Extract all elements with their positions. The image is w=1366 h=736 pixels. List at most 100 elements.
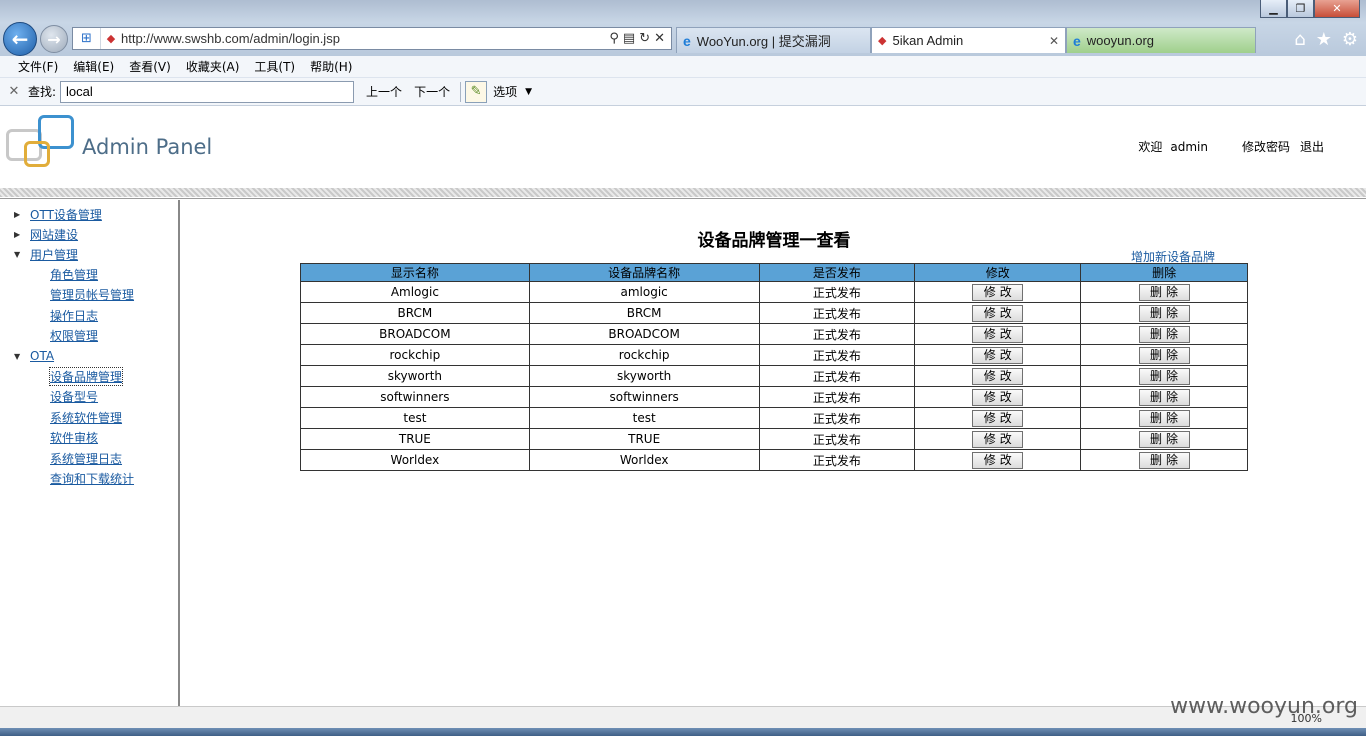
close-find-icon[interactable]: ✕: [0, 84, 28, 99]
settings-gear-icon[interactable]: ⚙: [1342, 29, 1358, 50]
favorites-star-icon[interactable]: ★: [1316, 29, 1332, 50]
delete-button[interactable]: 删除: [1138, 325, 1190, 343]
tab-wooyun-submit[interactable]: e WooYun.org | 提交漏洞: [676, 27, 871, 53]
cell-published: 正式发布: [758, 323, 916, 345]
sidebar-item-roles[interactable]: 角色管理: [50, 266, 98, 283]
column-header-display-name: 显示名称: [300, 263, 530, 282]
sidebar-item-device-model[interactable]: 设备型号: [50, 388, 98, 405]
restore-icon[interactable]: ❐: [1287, 0, 1314, 18]
caret-down-icon[interactable]: ▼: [14, 352, 30, 361]
menu-favorites[interactable]: 收藏夹(A): [186, 58, 240, 75]
sidebar-item-ota[interactable]: OTA: [30, 349, 54, 363]
caret-right-icon[interactable]: ▶: [14, 210, 30, 219]
ie-icon: e: [1073, 32, 1081, 49]
cell-brand-name: test: [528, 407, 760, 429]
sidebar-item-system-log[interactable]: 系统管理日志: [50, 450, 122, 467]
delete-button[interactable]: 删除: [1138, 388, 1190, 406]
taskbar: [0, 728, 1366, 736]
edit-cell: 修改: [914, 281, 1082, 303]
delete-button[interactable]: 删除: [1138, 304, 1190, 322]
edit-button[interactable]: 修改: [972, 346, 1024, 364]
url-text[interactable]: http://www.swshb.com/admin/login.jsp: [121, 31, 609, 46]
edit-button[interactable]: 修改: [972, 283, 1024, 301]
edit-button[interactable]: 修改: [972, 430, 1024, 448]
search-icon[interactable]: ⚲: [609, 31, 619, 46]
back-button[interactable]: ←: [3, 22, 37, 56]
sidebar-item-user-management[interactable]: 用户管理: [30, 246, 78, 263]
sidebar-item-website[interactable]: 网站建设: [30, 226, 78, 243]
sidebar-node-website: ▶ 网站建设: [14, 224, 178, 244]
chevron-down-icon[interactable]: ▼: [525, 87, 532, 97]
divider: [460, 81, 462, 102]
edit-button[interactable]: 修改: [972, 304, 1024, 322]
caret-right-icon[interactable]: ▶: [14, 230, 30, 239]
menu-edit[interactable]: 编辑(E): [73, 58, 114, 75]
sidebar-item-system-software[interactable]: 系统软件管理: [50, 409, 122, 426]
find-options-button[interactable]: 选项: [493, 83, 517, 100]
edit-button[interactable]: 修改: [972, 325, 1024, 343]
menu-file[interactable]: 文件(F): [18, 58, 58, 75]
menu-help[interactable]: 帮助(H): [310, 58, 352, 75]
sidebar-item-device-brand[interactable]: 设备品牌管理: [48, 366, 124, 386]
cell-brand-name: rockchip: [528, 344, 760, 366]
delete-button[interactable]: 删除: [1138, 451, 1190, 469]
cell-brand-name: BROADCOM: [528, 323, 760, 345]
address-bar[interactable]: ⊞ ◆ http://www.swshb.com/admin/login.jsp…: [72, 27, 672, 50]
close-window-icon[interactable]: ✕: [1314, 0, 1360, 18]
header-divider: [0, 188, 1366, 197]
sidebar-item-admin-accounts[interactable]: 管理员帐号管理: [50, 286, 134, 303]
cell-published: 正式发布: [758, 386, 916, 408]
compatibility-icon[interactable]: ⊞: [73, 28, 101, 49]
edit-cell: 修改: [914, 302, 1082, 324]
delete-button[interactable]: 删除: [1138, 367, 1190, 385]
find-previous-button[interactable]: 上一个: [366, 83, 402, 100]
browser-titlebar: ▁ ❐ ✕ ← → ⊞ ◆ http://www.swshb.com/admin…: [0, 0, 1366, 56]
sidebar-item-stats[interactable]: 查询和下载统计: [50, 470, 134, 487]
stop-icon[interactable]: ✕: [654, 31, 665, 46]
find-input[interactable]: local: [60, 80, 355, 103]
change-password-link[interactable]: 修改密码: [1242, 138, 1290, 155]
sidebar-item-ott-device[interactable]: OTT设备管理: [30, 206, 102, 223]
minimize-icon[interactable]: ▁: [1260, 0, 1287, 18]
menu-tools[interactable]: 工具(T): [254, 58, 295, 75]
delete-cell: 删除: [1080, 302, 1248, 324]
watermark: www.wooyun.org: [1170, 694, 1358, 719]
edit-cell: 修改: [914, 449, 1082, 471]
forward-button[interactable]: →: [40, 25, 68, 53]
highlight-pencil-icon[interactable]: ✎: [465, 80, 488, 103]
tab-5ikan-admin[interactable]: ◆ 5ikan Admin ✕: [871, 27, 1066, 53]
find-next-button[interactable]: 下一个: [414, 83, 450, 100]
tab-close-icon[interactable]: ✕: [1049, 34, 1059, 48]
sidebar-node-users: ▼ 用户管理 角色管理 管理员帐号管理 操作日志 权限管理: [14, 244, 178, 346]
sidebar-item-software-review[interactable]: 软件审核: [50, 429, 98, 446]
find-bar: ✕ 查找: local 上一个 下一个 ✎ 选项 ▼: [0, 78, 1366, 106]
brand-title: Admin Panel: [82, 135, 213, 159]
delete-button[interactable]: 删除: [1138, 430, 1190, 448]
edit-button[interactable]: 修改: [972, 388, 1024, 406]
cell-display-name: BROADCOM: [300, 323, 530, 345]
edit-button[interactable]: 修改: [972, 367, 1024, 385]
delete-cell: 删除: [1080, 407, 1248, 429]
delete-button[interactable]: 删除: [1138, 346, 1190, 364]
tab-wooyun[interactable]: e wooyun.org: [1066, 27, 1256, 53]
refresh-icon[interactable]: ↻: [639, 31, 650, 46]
menu-view[interactable]: 查看(V): [129, 58, 171, 75]
main-content: 设备品牌管理一查看 增加新设备品牌 显示名称 设备品牌名称 是否发布 修改 删除…: [182, 200, 1366, 706]
cell-display-name: Amlogic: [300, 281, 530, 303]
delete-button[interactable]: 删除: [1138, 409, 1190, 427]
sidebar-item-permissions[interactable]: 权限管理: [50, 327, 98, 344]
edit-button[interactable]: 修改: [972, 451, 1024, 469]
site-favicon-icon: ◆: [106, 32, 116, 45]
cell-published: 正式发布: [758, 428, 916, 450]
compat-view-icon[interactable]: ▤: [623, 31, 635, 46]
delete-button[interactable]: 删除: [1138, 283, 1190, 301]
home-icon[interactable]: ⌂: [1294, 29, 1305, 50]
sidebar-node-ota: ▼ OTA 设备品牌管理 设备型号 系统软件管理 软件审核 系统管理日志 查询和下…: [14, 346, 178, 489]
sidebar-item-operation-log[interactable]: 操作日志: [50, 307, 98, 324]
logout-link[interactable]: 退出: [1300, 138, 1324, 155]
page-header: Admin Panel 欢迎 admin 修改密码 退出: [0, 107, 1366, 188]
edit-button[interactable]: 修改: [972, 409, 1024, 427]
table-row: test test 正式发布 修改 删除: [300, 407, 1248, 429]
cell-published: 正式发布: [758, 281, 916, 303]
caret-down-icon[interactable]: ▼: [14, 250, 30, 259]
